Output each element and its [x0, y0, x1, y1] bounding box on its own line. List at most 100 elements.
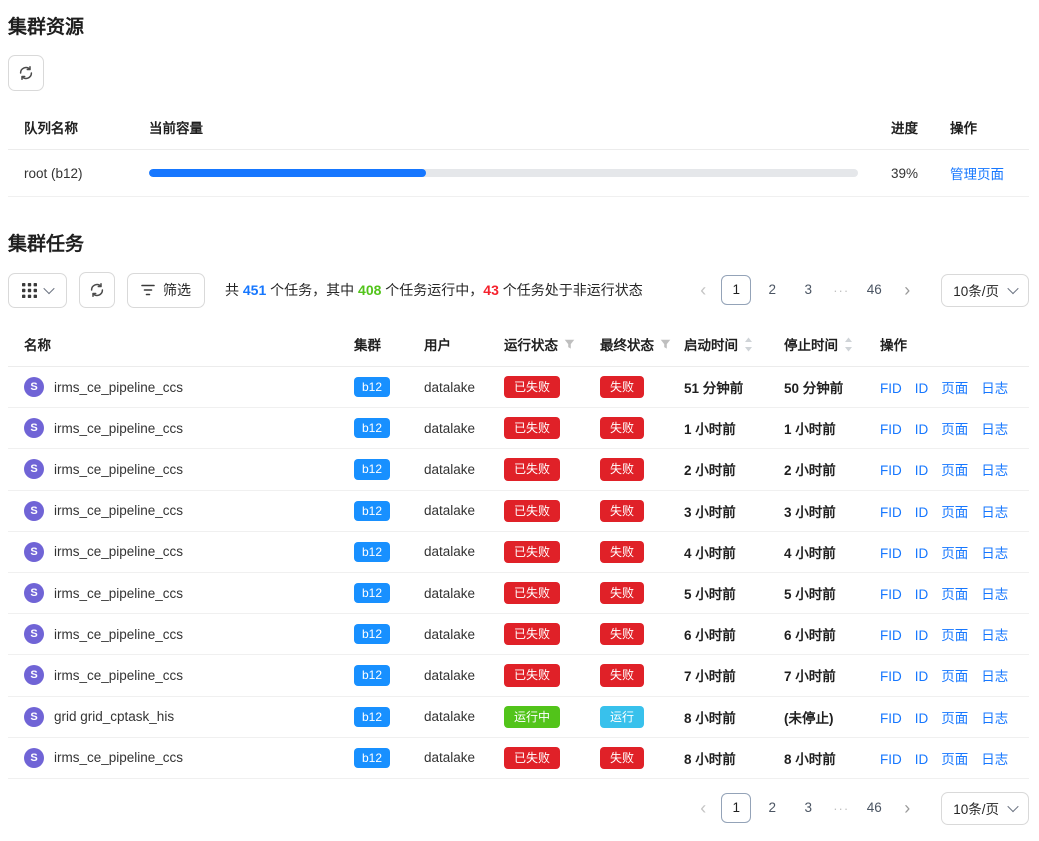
stop-time: 2 小时前: [768, 449, 864, 490]
resources-refresh-button[interactable]: [8, 55, 44, 91]
task-user: datalake: [408, 408, 488, 449]
filter-funnel-icon[interactable]: [564, 339, 575, 350]
action-link-页面[interactable]: 页面: [941, 381, 968, 396]
action-link-id[interactable]: ID: [915, 752, 929, 767]
spark-avatar-icon: S: [24, 459, 44, 479]
final-status-badge: 失败: [600, 500, 644, 522]
page-button-1[interactable]: 1: [721, 793, 751, 823]
resources-header-row: 队列名称 当前容量 进度 操作: [8, 105, 1029, 150]
task-actions: FID ID 页面日志: [864, 696, 1029, 737]
pagination: ‹ 123 ··· 46 › 10条/页: [691, 792, 1029, 825]
action-link-fid[interactable]: FID: [880, 628, 902, 643]
start-time: 51 分钟前: [668, 367, 768, 408]
action-link-fid[interactable]: FID: [880, 711, 902, 726]
manage-page-link[interactable]: 管理页面: [950, 167, 1004, 182]
action-link-fid[interactable]: FID: [880, 505, 902, 520]
cluster-badge: b12: [354, 583, 390, 603]
run-status-badge: 已失败: [504, 458, 560, 480]
action-link-页面[interactable]: 页面: [941, 546, 968, 561]
action-link-页面[interactable]: 页面: [941, 505, 968, 520]
action-link-页面[interactable]: 页面: [941, 628, 968, 643]
action-link-日志[interactable]: 日志: [981, 463, 1008, 478]
task-row: S irms_ce_pipeline_ccs b12 datalake 已失败 …: [8, 737, 1029, 778]
task-row: S irms_ce_pipeline_ccs b12 datalake 已失败 …: [8, 449, 1029, 490]
action-link-id[interactable]: ID: [915, 505, 929, 520]
action-link-fid[interactable]: FID: [880, 587, 902, 602]
capacity-progressbar: [149, 169, 858, 177]
action-link-id[interactable]: ID: [915, 463, 929, 478]
task-row: S irms_ce_pipeline_ccs b12 datalake 已失败 …: [8, 490, 1029, 531]
action-link-fid[interactable]: FID: [880, 381, 902, 396]
action-link-id[interactable]: ID: [915, 587, 929, 602]
action-link-页面[interactable]: 页面: [941, 711, 968, 726]
action-link-日志[interactable]: 日志: [981, 381, 1008, 396]
tasks-table: 名称 集群 用户 运行状态 最终状态 启动时间 停止时间: [8, 322, 1029, 779]
action-link-id[interactable]: ID: [915, 628, 929, 643]
refresh-icon: [89, 282, 105, 298]
action-link-fid[interactable]: FID: [880, 463, 902, 478]
page-button-1[interactable]: 1: [721, 275, 751, 305]
sorter-icon[interactable]: [844, 337, 853, 352]
action-link-日志[interactable]: 日志: [981, 711, 1008, 726]
action-link-日志[interactable]: 日志: [981, 669, 1008, 684]
tasks-refresh-button[interactable]: [79, 272, 115, 308]
action-link-fid[interactable]: FID: [880, 546, 902, 561]
task-user: datalake: [408, 696, 488, 737]
task-name: irms_ce_pipeline_ccs: [54, 503, 183, 518]
next-page-button[interactable]: ›: [895, 281, 919, 299]
page-last[interactable]: 46: [859, 793, 889, 823]
action-link-fid[interactable]: FID: [880, 752, 902, 767]
next-page-button[interactable]: ›: [895, 799, 919, 817]
spark-avatar-icon: S: [24, 418, 44, 438]
action-link-id[interactable]: ID: [915, 381, 929, 396]
action-link-日志[interactable]: 日志: [981, 422, 1008, 437]
col-final-status-label: 最终状态: [600, 334, 654, 354]
action-link-id[interactable]: ID: [915, 711, 929, 726]
action-link-页面[interactable]: 页面: [941, 669, 968, 684]
page-size-select[interactable]: 10条/页: [941, 274, 1029, 307]
task-user: datalake: [408, 449, 488, 490]
action-link-id[interactable]: ID: [915, 422, 929, 437]
sorter-icon[interactable]: [744, 337, 753, 352]
action-link-页面[interactable]: 页面: [941, 587, 968, 602]
action-link-页面[interactable]: 页面: [941, 422, 968, 437]
task-name: irms_ce_pipeline_ccs: [54, 627, 183, 642]
summary-text: 共: [225, 282, 243, 298]
summary-total-count: 451: [243, 282, 266, 298]
action-link-id[interactable]: ID: [915, 546, 929, 561]
col-start-time[interactable]: 启动时间: [668, 322, 768, 367]
action-link-日志[interactable]: 日志: [981, 587, 1008, 602]
task-row: S irms_ce_pipeline_ccs b12 datalake 已失败 …: [8, 572, 1029, 613]
page-button-2[interactable]: 2: [757, 793, 787, 823]
filter-button[interactable]: 筛选: [127, 273, 205, 308]
action-link-页面[interactable]: 页面: [941, 463, 968, 478]
page-ellipsis[interactable]: ···: [829, 283, 853, 298]
page-ellipsis[interactable]: ···: [829, 801, 853, 816]
action-link-日志[interactable]: 日志: [981, 546, 1008, 561]
col-stop-time[interactable]: 停止时间: [768, 322, 864, 367]
page-button-2[interactable]: 2: [757, 275, 787, 305]
cluster-badge: b12: [354, 501, 390, 521]
stop-time: 7 小时前: [768, 655, 864, 696]
action-link-id[interactable]: ID: [915, 669, 929, 684]
page-button-3[interactable]: 3: [793, 275, 823, 305]
col-final-status[interactable]: 最终状态: [584, 322, 668, 367]
page-last[interactable]: 46: [859, 275, 889, 305]
action-link-日志[interactable]: 日志: [981, 752, 1008, 767]
task-name: irms_ce_pipeline_ccs: [54, 750, 183, 765]
page-size-select[interactable]: 10条/页: [941, 792, 1029, 825]
action-link-日志[interactable]: 日志: [981, 505, 1008, 520]
resources-table: 队列名称 当前容量 进度 操作 root (b12) 39% 管理页面: [8, 105, 1029, 197]
action-link-fid[interactable]: FID: [880, 669, 902, 684]
task-user: datalake: [408, 737, 488, 778]
prev-page-button[interactable]: ‹: [691, 799, 715, 817]
action-link-fid[interactable]: FID: [880, 422, 902, 437]
prev-page-button[interactable]: ‹: [691, 281, 715, 299]
action-link-日志[interactable]: 日志: [981, 628, 1008, 643]
task-actions: FID ID 页面日志: [864, 655, 1029, 696]
action-link-页面[interactable]: 页面: [941, 752, 968, 767]
col-run-status[interactable]: 运行状态: [488, 322, 584, 367]
filter-funnel-icon[interactable]: [660, 339, 671, 350]
page-button-3[interactable]: 3: [793, 793, 823, 823]
grid-view-dropdown-button[interactable]: [8, 273, 67, 308]
